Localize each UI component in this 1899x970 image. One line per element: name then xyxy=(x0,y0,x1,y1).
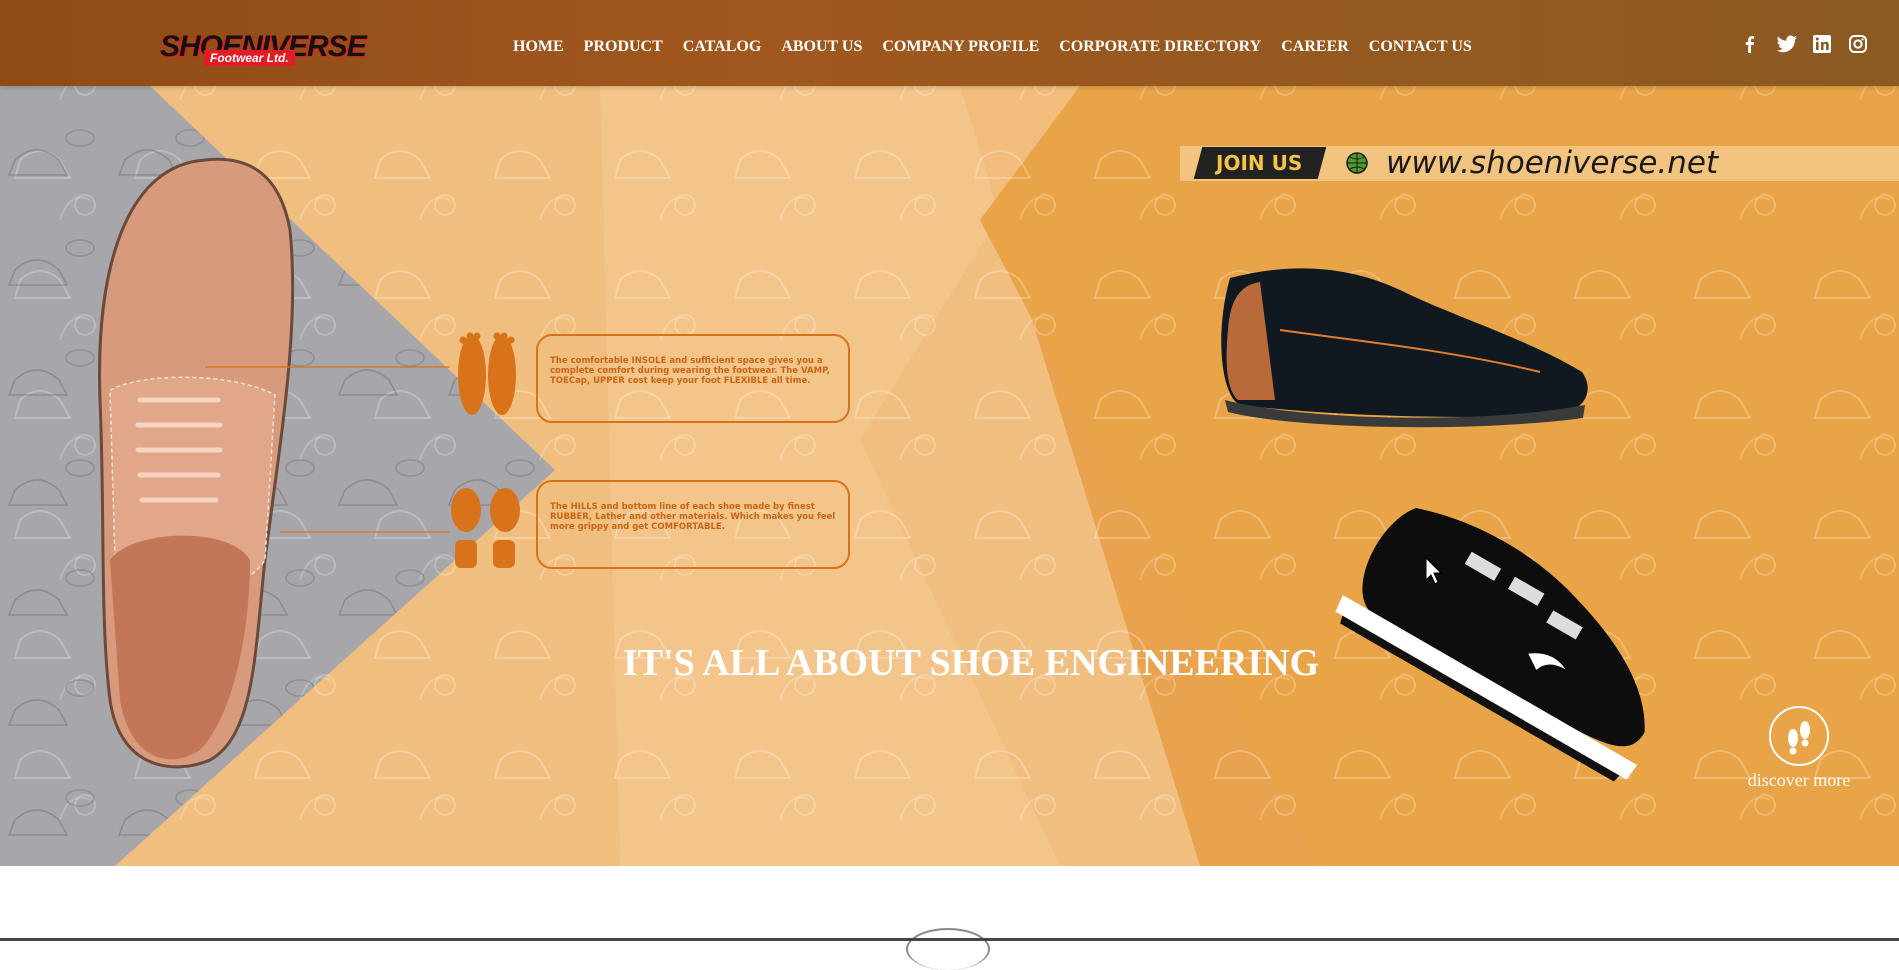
main-nav: HOME PRODUCT CATALOG ABOUT US COMPANY PR… xyxy=(513,37,1492,57)
nav-corporate-directory[interactable]: CORPORATE DIRECTORY xyxy=(1059,37,1261,57)
nav-company-profile[interactable]: COMPANY PROFILE xyxy=(882,37,1039,57)
hero-tagline: IT'S ALL ABOUT SHOE ENGINEERING xyxy=(623,642,1320,684)
callout-sole-text: The HILLS and bottom line of each shoe m… xyxy=(550,502,836,532)
discover-more-label: discover more xyxy=(1747,770,1851,790)
join-us-badge[interactable]: JOIN US xyxy=(1193,147,1327,179)
callout-sole: The HILLS and bottom line of each shoe m… xyxy=(536,480,850,569)
nav-product[interactable]: PRODUCT xyxy=(584,37,663,57)
website-url[interactable]: www.shoeniverse.net xyxy=(1386,143,1718,183)
nav-career[interactable]: CAREER xyxy=(1281,37,1349,57)
social-links xyxy=(1740,34,1868,54)
callout-insole: The comfortable INSOLE and sufficient sp… xyxy=(536,334,850,423)
top-navbar: SHOENIVERSE Footwear Ltd. HOME PRODUCT C… xyxy=(0,0,1899,86)
footsteps-icon xyxy=(1769,706,1829,766)
globe-icon xyxy=(1346,152,1368,174)
hero-background xyxy=(0,0,1899,866)
section-divider-arc xyxy=(906,928,990,970)
logo-sub-text: Footwear Ltd. xyxy=(204,50,295,66)
brand-logo[interactable]: SHOENIVERSE Footwear Ltd. xyxy=(160,30,367,68)
callout-insole-text: The comfortable INSOLE and sufficient sp… xyxy=(550,356,830,386)
nav-contact-us[interactable]: CONTACT US xyxy=(1369,37,1472,57)
nav-about-us[interactable]: ABOUT US xyxy=(781,37,862,57)
linkedin-icon[interactable] xyxy=(1812,34,1832,54)
hero-banner: JOIN US www.shoeniverse.net The comforta… xyxy=(0,0,1899,866)
join-us-label: JOIN US xyxy=(1216,151,1303,175)
twitter-icon[interactable] xyxy=(1776,34,1797,54)
instagram-icon[interactable] xyxy=(1848,34,1868,54)
discover-more-button[interactable]: discover more xyxy=(1740,706,1858,791)
nav-catalog[interactable]: CATALOG xyxy=(683,37,762,57)
nav-home[interactable]: HOME xyxy=(513,37,564,57)
facebook-icon[interactable] xyxy=(1740,34,1760,54)
